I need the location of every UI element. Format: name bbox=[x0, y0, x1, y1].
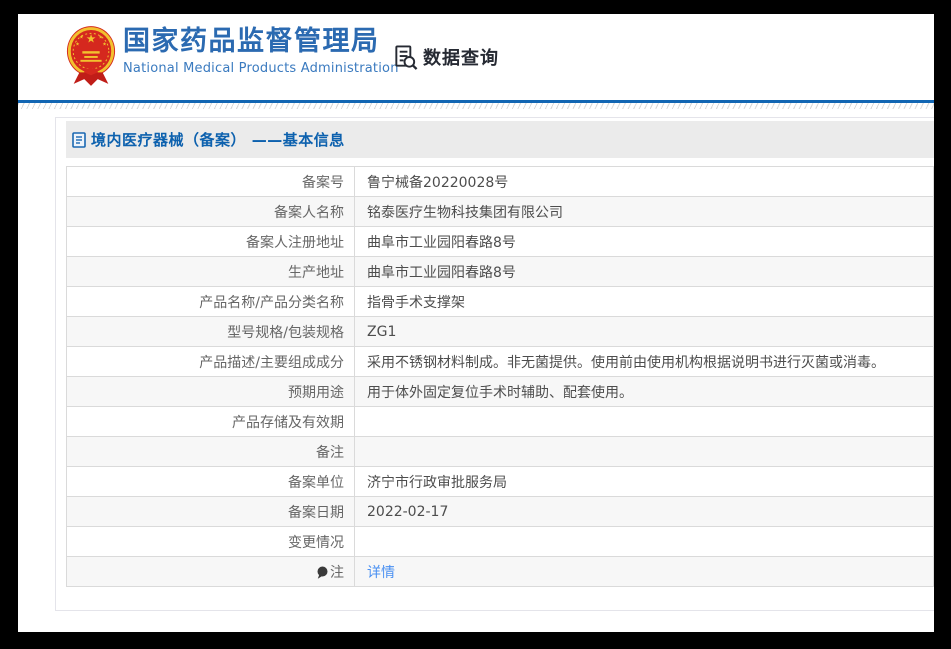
row-label: 变更情况 bbox=[66, 526, 355, 557]
row-value: 济宁市行政审批服务局 bbox=[354, 466, 934, 497]
note-bubble-icon bbox=[317, 566, 328, 579]
row-value: 铭泰医疗生物科技集团有限公司 bbox=[354, 196, 934, 227]
row-label-text: 预期用途 bbox=[288, 384, 344, 401]
site-header: ★ ★ ★ ★ ★ 国家药品监督管理局 National Medical Pro… bbox=[18, 14, 934, 100]
table-row: 产品存储及有效期 bbox=[66, 406, 934, 437]
detail-link[interactable]: 详情 bbox=[367, 565, 395, 581]
row-label: 产品名称/产品分类名称 bbox=[66, 286, 355, 317]
document-search-icon bbox=[392, 44, 419, 71]
row-label-text: 产品存储及有效期 bbox=[232, 414, 344, 431]
table-row: 产品名称/产品分类名称 指骨手术支撑架 bbox=[66, 286, 934, 317]
hatch-stripe-band bbox=[18, 103, 934, 109]
svg-text:★: ★ bbox=[98, 35, 102, 41]
row-label-text: 注 bbox=[330, 564, 344, 581]
row-value: 用于体外固定复位手术时辅助、配套使用。 bbox=[354, 376, 934, 407]
table-row: 预期用途 用于体外固定复位手术时辅助、配套使用。 bbox=[66, 376, 934, 407]
section-header-bar: 境内医疗器械（备案） ——基本信息 bbox=[66, 121, 934, 158]
data-query-nav[interactable]: 数据查询 bbox=[392, 41, 499, 73]
row-value: 指骨手术支撑架 bbox=[354, 286, 934, 317]
row-label: 备案人名称 bbox=[66, 196, 355, 227]
table-row: 备案日期 2022-02-17 bbox=[66, 496, 934, 527]
row-value: 采用不锈钢材料制成。非无菌提供。使用前由使用机构根据说明书进行灭菌或消毒。 bbox=[354, 346, 934, 377]
national-emblem-logo: ★ ★ ★ ★ ★ bbox=[65, 24, 117, 88]
row-label-text: 变更情况 bbox=[288, 534, 344, 551]
row-label-text: 备案日期 bbox=[288, 504, 344, 521]
row-value bbox=[354, 436, 934, 467]
row-value: 2022-02-17 bbox=[354, 496, 934, 527]
table-row: 备案人名称 铭泰医疗生物科技集团有限公司 bbox=[66, 196, 934, 227]
row-value bbox=[354, 406, 934, 437]
table-row: 备案人注册地址 曲阜市工业园阳春路8号 bbox=[66, 226, 934, 257]
content-panel: 境内医疗器械（备案） ——基本信息 备案号 鲁宁械备20220028号 备案人名… bbox=[55, 117, 934, 611]
row-label: 产品描述/主要组成成分 bbox=[66, 346, 355, 377]
row-label: 型号规格/包装规格 bbox=[66, 316, 355, 347]
table-row: 生产地址 曲阜市工业园阳春路8号 bbox=[66, 256, 934, 287]
svg-text:★: ★ bbox=[86, 32, 96, 46]
row-label-text: 产品描述/主要组成成分 bbox=[199, 354, 344, 371]
row-label: 产品存储及有效期 bbox=[66, 406, 355, 437]
row-value bbox=[354, 526, 934, 557]
table-row: 变更情况 bbox=[66, 526, 934, 557]
table-row: 备案单位 济宁市行政审批服务局 bbox=[66, 466, 934, 497]
row-value: 鲁宁械备20220028号 bbox=[354, 166, 934, 197]
row-label: 备案日期 bbox=[66, 496, 355, 527]
browser-page: ★ ★ ★ ★ ★ 国家药品监督管理局 National Medical Pro… bbox=[18, 14, 934, 632]
row-label: 备案人注册地址 bbox=[66, 226, 355, 257]
table-row: 型号规格/包装规格 ZG1 bbox=[66, 316, 934, 347]
agency-name-en: National Medical Products Administration bbox=[123, 61, 399, 77]
agency-title-block: 国家药品监督管理局 National Medical Products Admi… bbox=[123, 26, 399, 76]
row-value: ZG1 bbox=[354, 316, 934, 347]
table-row: 注 详情 bbox=[66, 556, 934, 587]
agency-name-cn: 国家药品监督管理局 bbox=[123, 26, 380, 57]
svg-text:★: ★ bbox=[79, 35, 83, 41]
row-label-text: 产品名称/产品分类名称 bbox=[199, 294, 344, 311]
row-label: 备注 bbox=[66, 436, 355, 467]
table-row: 备案号 鲁宁械备20220028号 bbox=[66, 166, 934, 197]
page-title: 境内医疗器械（备案） ——基本信息 bbox=[91, 131, 345, 149]
row-label-text: 备案单位 bbox=[288, 474, 344, 491]
row-value: 曲阜市工业园阳春路8号 bbox=[354, 256, 934, 287]
row-label-text: 备案人名称 bbox=[274, 204, 344, 221]
row-label-text: 备案号 bbox=[302, 174, 344, 191]
row-label-text: 型号规格/包装规格 bbox=[227, 324, 344, 341]
row-label: 备案单位 bbox=[66, 466, 355, 497]
table-row: 产品描述/主要组成成分 采用不锈钢材料制成。非无菌提供。使用前由使用机构根据说明… bbox=[66, 346, 934, 377]
row-value: 详情 bbox=[354, 556, 934, 587]
data-query-label: 数据查询 bbox=[423, 48, 499, 69]
row-label: 备案号 bbox=[66, 166, 355, 197]
document-icon bbox=[72, 131, 86, 148]
record-table: 备案号 鲁宁械备20220028号 备案人名称 铭泰医疗生物科技集团有限公司 备… bbox=[66, 166, 934, 587]
table-row: 备注 bbox=[66, 436, 934, 467]
row-label-text: 生产地址 bbox=[288, 264, 344, 281]
row-label: 注 bbox=[66, 556, 355, 587]
screenshot-stage: ★ ★ ★ ★ ★ 国家药品监督管理局 National Medical Pro… bbox=[0, 0, 951, 649]
svg-text:★: ★ bbox=[75, 41, 79, 47]
record-table-body: 备案号 鲁宁械备20220028号 备案人名称 铭泰医疗生物科技集团有限公司 备… bbox=[66, 166, 934, 587]
row-label: 预期用途 bbox=[66, 376, 355, 407]
row-label-text: 备注 bbox=[316, 444, 344, 461]
row-label: 生产地址 bbox=[66, 256, 355, 287]
row-label-text: 备案人注册地址 bbox=[246, 234, 344, 251]
row-value: 曲阜市工业园阳春路8号 bbox=[354, 226, 934, 257]
svg-text:★: ★ bbox=[102, 41, 106, 47]
